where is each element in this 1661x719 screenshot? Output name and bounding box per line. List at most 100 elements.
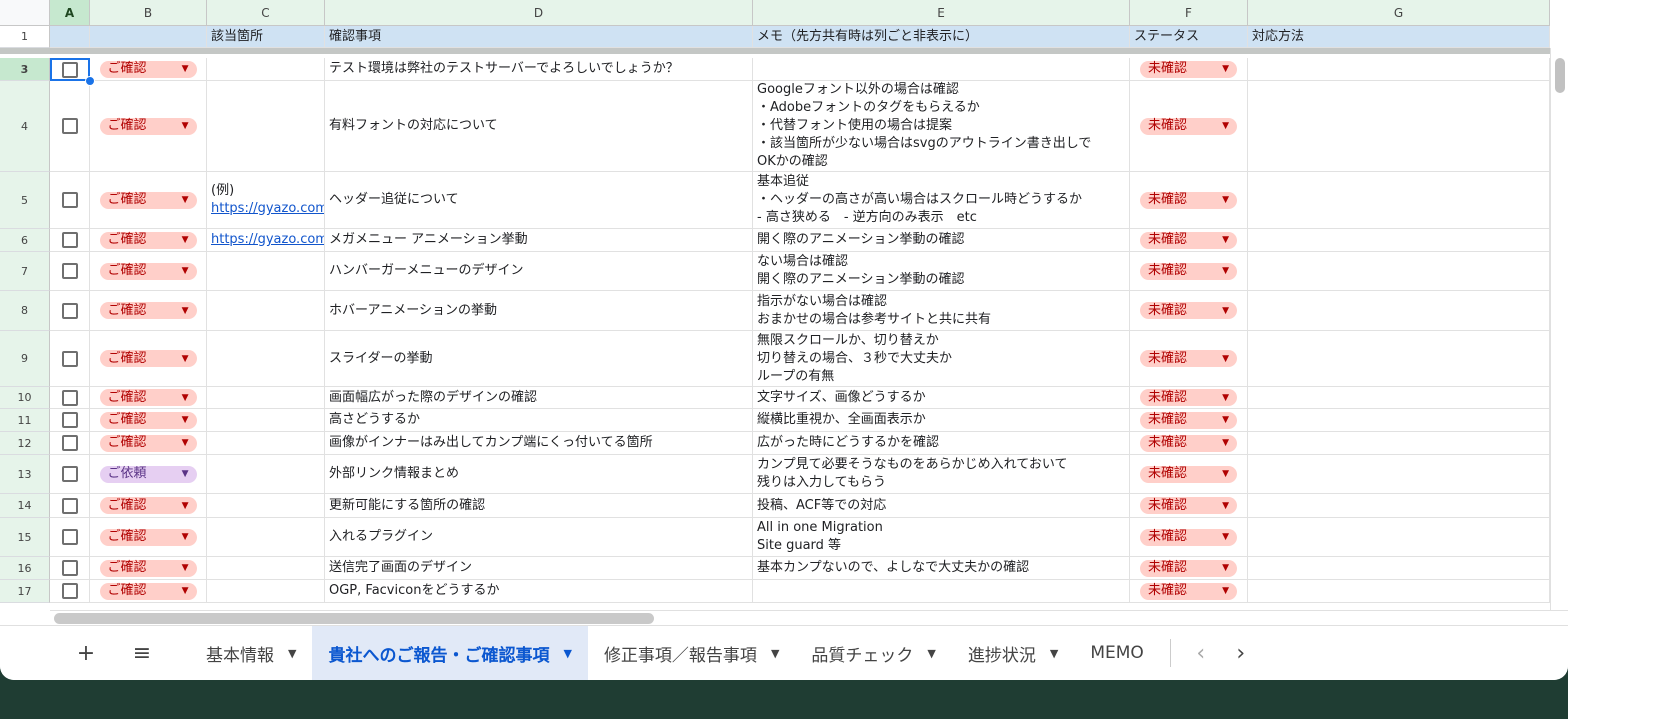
row-header[interactable]: 1 [0, 26, 50, 48]
response-cell[interactable] [1248, 58, 1550, 81]
type-cell[interactable]: ご確認 ▼ [90, 518, 207, 557]
checkbox[interactable] [61, 497, 78, 514]
column-header-c[interactable]: C [207, 0, 325, 26]
item-cell[interactable]: 画面幅広がった際のデザインの確認 [325, 387, 753, 409]
checkbox-cell[interactable] [50, 291, 90, 331]
status-cell[interactable]: 未確認 ▼ [1130, 409, 1248, 432]
status-cell[interactable]: 未確認 ▼ [1130, 331, 1248, 387]
row-header[interactable]: 3 [0, 58, 50, 81]
column-header-f[interactable]: F [1130, 0, 1248, 26]
type-dropdown-chip[interactable]: ご確認 ▼ [99, 389, 197, 406]
memo-cell[interactable]: All in one Migration Site guard 等 [753, 518, 1130, 557]
response-cell[interactable] [1248, 252, 1550, 291]
checkbox-cell[interactable] [50, 172, 90, 229]
item-cell[interactable]: 入れるプラグイン [325, 518, 753, 557]
status-cell[interactable]: 未確認 ▼ [1130, 58, 1248, 81]
row-header[interactable]: 6 [0, 229, 50, 252]
type-cell[interactable]: ご確認 ▼ [90, 331, 207, 387]
freeze-divider[interactable] [0, 48, 1550, 54]
location-cell[interactable] [207, 331, 325, 387]
type-dropdown-chip[interactable]: ご依頼 ▼ [99, 465, 197, 483]
status-dropdown-chip[interactable]: 未確認 ▼ [1140, 582, 1237, 600]
status-dropdown-chip[interactable]: 未確認 ▼ [1140, 231, 1237, 249]
status-cell[interactable]: 未確認 ▼ [1130, 252, 1248, 291]
memo-cell[interactable]: 基本カンプないので、よしなで大丈夫かの確認 [753, 557, 1130, 580]
checkbox-cell[interactable] [50, 331, 90, 387]
status-dropdown-chip[interactable]: 未確認 ▼ [1140, 117, 1237, 135]
type-cell[interactable]: ご依頼 ▼ [90, 455, 207, 494]
memo-cell[interactable]: 無限スクロールか、切り替えか 切り替えの場合、３秒で大丈夫か ループの有無 [753, 331, 1130, 387]
status-dropdown-chip[interactable]: 未確認 ▼ [1140, 411, 1237, 429]
status-dropdown-chip[interactable]: 未確認 ▼ [1140, 389, 1237, 406]
item-cell[interactable]: 送信完了画面のデザイン [325, 557, 753, 580]
column-header-b[interactable]: B [90, 0, 207, 26]
type-dropdown-chip[interactable]: ご確認 ▼ [99, 497, 197, 514]
item-cell[interactable]: 外部リンク情報まとめ [325, 455, 753, 494]
column-header-d[interactable]: D [325, 0, 753, 26]
checkbox-cell[interactable] [50, 409, 90, 432]
item-cell[interactable]: 高さどうするか [325, 409, 753, 432]
type-cell[interactable]: ご確認 ▼ [90, 557, 207, 580]
location-cell[interactable] [207, 518, 325, 557]
location-cell[interactable] [207, 557, 325, 580]
row-header[interactable]: 16 [0, 557, 50, 580]
type-cell[interactable]: ご確認 ▼ [90, 580, 207, 603]
sheet-tab[interactable]: MEMO [1074, 626, 1159, 681]
column-header-g[interactable]: G [1248, 0, 1550, 26]
type-cell[interactable]: ご確認 ▼ [90, 229, 207, 252]
header-cell-e[interactable]: メモ（先方共有時は列ごと非表示に） [753, 26, 1130, 48]
response-cell[interactable] [1248, 331, 1550, 387]
checkbox-cell[interactable] [50, 455, 90, 494]
type-cell[interactable]: ご確認 ▼ [90, 387, 207, 409]
header-cell-f[interactable]: ステータス [1130, 26, 1248, 48]
checkbox-cell[interactable] [50, 229, 90, 252]
response-cell[interactable] [1248, 494, 1550, 518]
response-cell[interactable] [1248, 432, 1550, 455]
row-header[interactable]: 10 [0, 387, 50, 409]
status-cell[interactable]: 未確認 ▼ [1130, 229, 1248, 252]
response-cell[interactable] [1248, 81, 1550, 172]
status-dropdown-chip[interactable]: 未確認 ▼ [1140, 191, 1237, 209]
header-cell-g[interactable]: 対応方法 [1248, 26, 1550, 48]
type-dropdown-chip[interactable]: ご確認 ▼ [99, 191, 197, 209]
chevron-down-icon[interactable]: ▼ [1050, 647, 1058, 660]
type-dropdown-chip[interactable]: ご確認 ▼ [99, 302, 197, 319]
status-cell[interactable]: 未確認 ▼ [1130, 432, 1248, 455]
type-dropdown-chip[interactable]: ご確認 ▼ [99, 559, 197, 577]
item-cell[interactable]: OGP, Facviconをどうするか [325, 580, 753, 603]
location-cell[interactable] [207, 252, 325, 291]
memo-cell[interactable]: 文字サイズ、画像どうするか [753, 387, 1130, 409]
response-cell[interactable] [1248, 580, 1550, 603]
status-dropdown-chip[interactable]: 未確認 ▼ [1140, 60, 1237, 78]
item-cell[interactable]: ホバーアニメーションの挙動 [325, 291, 753, 331]
status-dropdown-chip[interactable]: 未確認 ▼ [1140, 559, 1237, 577]
vertical-scroll-thumb[interactable] [1555, 58, 1565, 93]
checkbox[interactable] [61, 232, 78, 248]
location-cell[interactable] [207, 409, 325, 432]
vertical-scrollbar[interactable] [1550, 48, 1568, 610]
checkbox[interactable] [61, 192, 78, 208]
type-cell[interactable]: ご確認 ▼ [90, 409, 207, 432]
memo-cell[interactable]: Googleフォント以外の場合は確認 ・Adobeフォントのタグをもらえるか ・… [753, 81, 1130, 172]
checkbox-cell[interactable] [50, 432, 90, 455]
memo-cell[interactable]: 指示がない場合は確認 おまかせの場合は参考サイトと共に共有 [753, 291, 1130, 331]
header-cell-a[interactable] [50, 26, 90, 48]
checkbox-cell[interactable] [50, 557, 90, 580]
type-cell[interactable]: ご確認 ▼ [90, 494, 207, 518]
checkbox[interactable] [61, 118, 78, 134]
horizontal-scrollbar[interactable] [50, 610, 1568, 625]
type-dropdown-chip[interactable]: ご確認 ▼ [99, 582, 197, 600]
location-cell[interactable] [207, 81, 325, 172]
column-header-a[interactable]: A [50, 0, 90, 26]
sheet-tab[interactable]: 進捗状況 ▼ [952, 626, 1074, 681]
chevron-down-icon[interactable]: ▼ [563, 647, 571, 660]
column-header-e[interactable]: E [753, 0, 1130, 26]
memo-cell[interactable] [753, 580, 1130, 603]
checkbox[interactable] [61, 529, 78, 545]
status-cell[interactable]: 未確認 ▼ [1130, 387, 1248, 409]
fill-handle[interactable] [85, 76, 95, 86]
type-dropdown-chip[interactable]: ご確認 ▼ [99, 60, 197, 78]
status-dropdown-chip[interactable]: 未確認 ▼ [1140, 434, 1237, 452]
memo-cell[interactable] [753, 58, 1130, 81]
row-header[interactable]: 7 [0, 252, 50, 291]
